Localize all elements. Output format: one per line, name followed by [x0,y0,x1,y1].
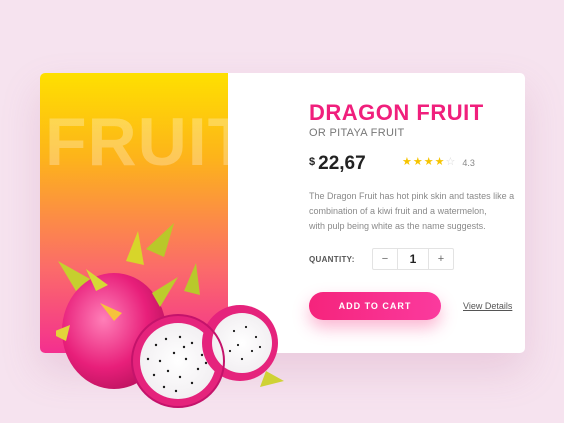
product-subtitle: OR PITAYA FRUIT [309,127,405,139]
rating-value: 4.3 [462,157,475,168]
increase-quantity-button[interactable]: + [428,249,453,269]
dragon-fruit-image [56,223,284,408]
description-line: The Dragon Fruit has hot pink skin and t… [309,191,515,201]
product-card: FRUIT DRAGON FRUIT OR PITAYA FRUIT $ 22,… [40,73,525,408]
star-outline-icon: ☆ [445,156,456,168]
price-amount: 22,67 [318,153,366,174]
quantity-stepper: − 1 + [372,248,454,270]
watermark-text: FRUIT [45,104,251,180]
add-to-cart-button[interactable]: ADD TO CART [309,292,441,320]
star-icon: ★ [412,156,423,168]
price-currency: $ [309,156,316,168]
quantity-value[interactable]: 1 [398,249,428,269]
product-info: DRAGON FRUIT OR PITAYA FRUIT $22,67 ★ ★ … [268,73,525,353]
description-line: combination of a kiwi fruit and a waterm… [309,206,487,216]
description-line: with pulp being white as the name sugges… [309,221,486,231]
quantity-label: QUANTITY: [309,255,355,264]
product-price: $22,67 [309,153,366,175]
view-details-link[interactable]: View Details [463,301,512,311]
decrease-quantity-button[interactable]: − [373,249,398,269]
star-icon: ★ [434,156,445,168]
product-rating: ★ ★ ★ ★ ☆ 4.3 [402,157,475,168]
product-description: The Dragon Fruit has hot pink skin and t… [309,189,519,234]
star-icon: ★ [423,156,434,168]
star-icon: ★ [402,156,412,168]
product-title: DRAGON FRUIT [309,100,484,125]
